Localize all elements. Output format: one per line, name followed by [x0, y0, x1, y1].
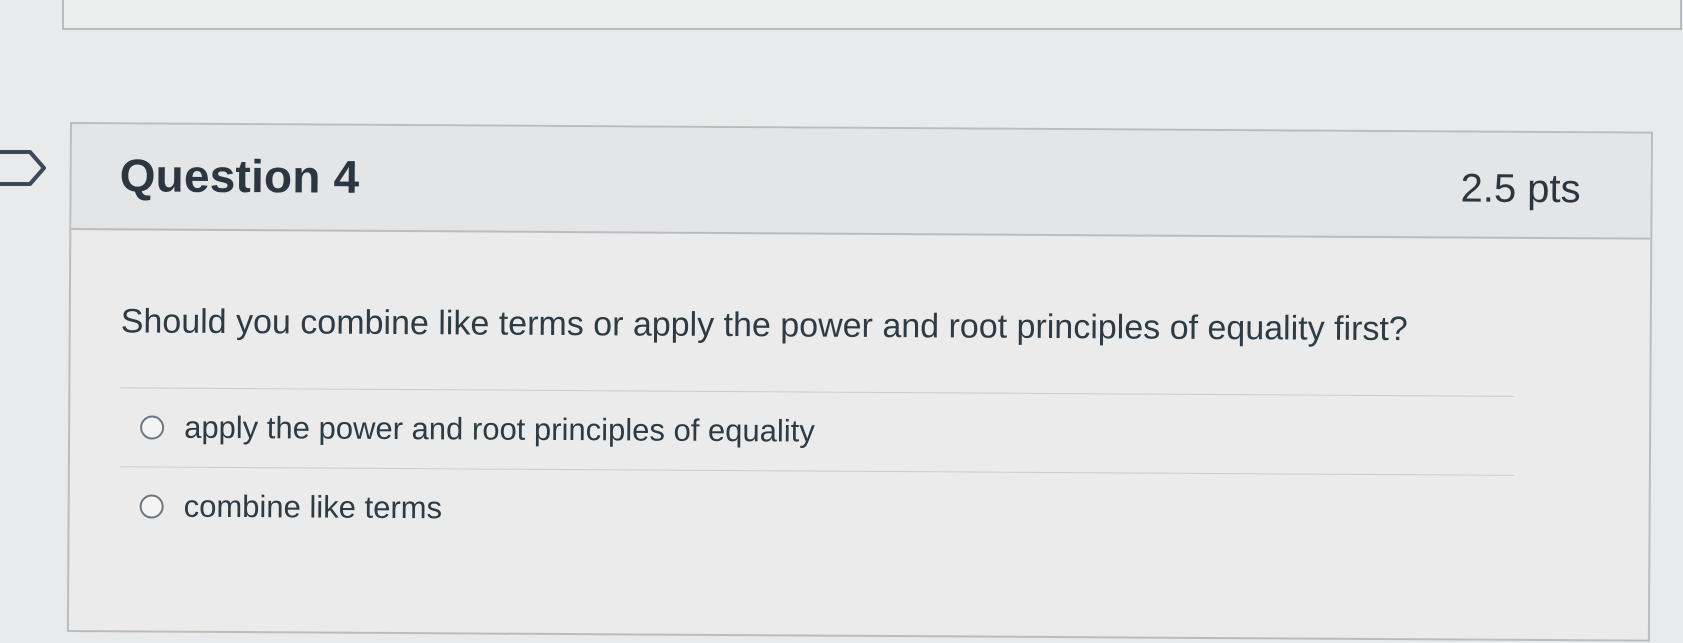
previous-question-card: [62, 0, 1682, 30]
answer-label[interactable]: combine like terms: [184, 488, 443, 526]
question-text: Should you combine like terms or apply t…: [120, 302, 1408, 349]
question-body: Should you combine like terms or apply t…: [69, 230, 1650, 554]
question-card: Question 4 2.5 pts Should you combine li…: [66, 122, 1653, 642]
bookmark-flag-icon[interactable]: [0, 148, 48, 188]
question-header: Question 4 2.5 pts: [71, 124, 1651, 240]
answer-option[interactable]: combine like terms: [119, 465, 1514, 554]
radio-button-icon[interactable]: [139, 493, 164, 519]
answer-list: apply the power and root principles of e…: [119, 386, 1515, 554]
question-points: 2.5 pts: [1460, 166, 1581, 212]
answer-label[interactable]: apply the power and root principles of e…: [184, 409, 815, 449]
question-title: Question 4: [119, 149, 360, 203]
radio-button-icon[interactable]: [140, 414, 165, 440]
answer-option[interactable]: apply the power and root principles of e…: [119, 386, 1515, 475]
